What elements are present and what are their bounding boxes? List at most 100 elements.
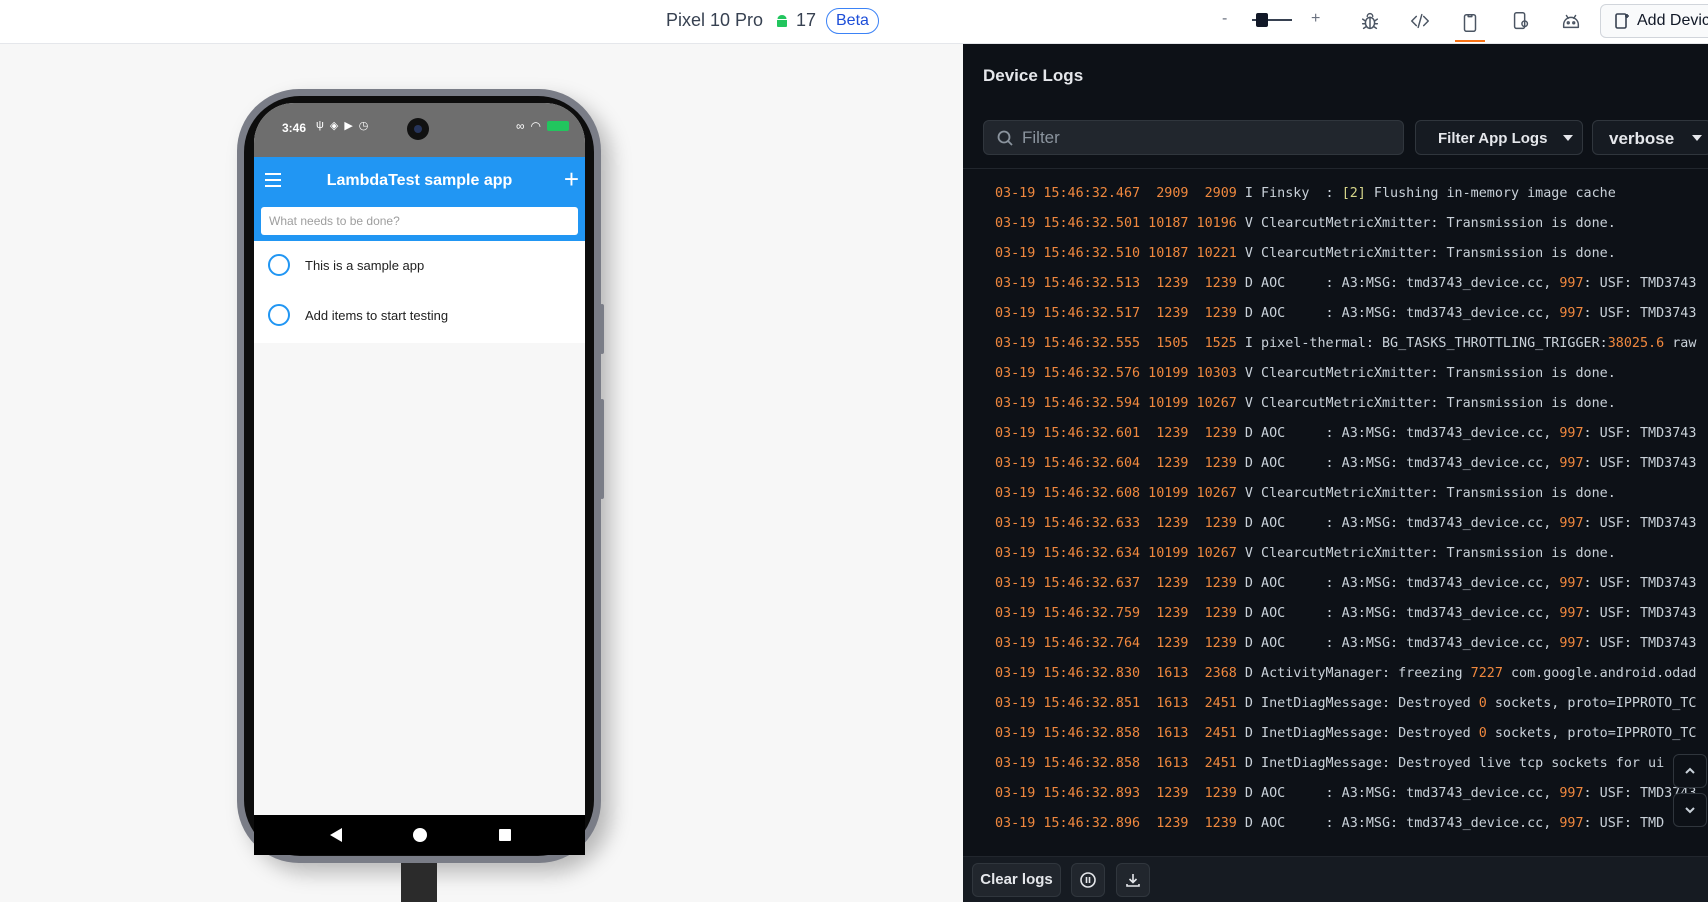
android-robot-icon[interactable]	[1556, 6, 1586, 36]
log-process-ids: 1239 1239	[1140, 606, 1237, 621]
log-highlight: 7227	[1470, 666, 1503, 681]
pause-button[interactable]	[1071, 863, 1105, 897]
log-line: 03-19 15:46:32.633 1239 1239 D AOC : A3:…	[995, 516, 1696, 536]
scroll-down-button[interactable]	[1673, 793, 1707, 827]
link-icon: ∞	[515, 119, 525, 133]
log-process-ids: 1613 2368	[1140, 666, 1237, 681]
log-message: V ClearcutMetricXmitter: Transmission is…	[1236, 366, 1616, 381]
log-process-ids: 1239 1239	[1140, 276, 1237, 291]
item-checkbox[interactable]	[268, 254, 290, 276]
log-timestamp: 03-19 15:46:32.858	[995, 756, 1141, 771]
log-message: D AOC : A3:MSG: tmd3743_device.cc,	[1236, 306, 1560, 321]
log-message: D InetDiagMessage: Destroyed	[1236, 696, 1479, 711]
log-timestamp: 03-19 15:46:32.555	[995, 336, 1141, 351]
download-button[interactable]	[1116, 863, 1150, 897]
log-highlight: [2]	[1341, 186, 1366, 201]
filter-app-logs-dropdown[interactable]: Filter App Logs	[1415, 120, 1583, 155]
battery-icon	[547, 121, 569, 131]
home-icon[interactable]	[413, 828, 427, 842]
log-line: 03-19 15:46:32.555 1505 1525 I pixel-the…	[995, 336, 1696, 356]
recents-icon[interactable]	[499, 829, 511, 841]
log-message: I pixel-thermal: BG_TASKS_THROTTLING_TRI…	[1236, 336, 1608, 351]
log-message-tail: sockets, proto=IPPROTO_TC	[1486, 726, 1697, 741]
log-message: V ClearcutMetricXmitter: Transmission is…	[1236, 246, 1616, 261]
log-message: V ClearcutMetricXmitter: Transmission is…	[1236, 396, 1616, 411]
logs-title: Device Logs	[983, 66, 1084, 85]
log-message: D AOC : A3:MSG: tmd3743_device.cc,	[1236, 276, 1560, 291]
add-device-label: Add Device	[1637, 12, 1708, 29]
device-rotate-icon[interactable]	[1506, 6, 1536, 36]
log-filter-field[interactable]	[983, 120, 1404, 155]
item-label: Add items to start testing	[305, 308, 449, 323]
list-item[interactable]: This is a sample app	[254, 241, 585, 291]
log-highlight: 0	[1478, 696, 1487, 711]
log-message-tail: sockets, proto=IPPROTO_TC	[1486, 696, 1697, 711]
location-icon: ◈	[329, 120, 339, 132]
app-bar: LambdaTest sample app +	[254, 157, 585, 207]
clock-icon: ◷	[358, 120, 369, 132]
log-process-ids: 1239 1239	[1140, 426, 1237, 441]
log-message: D AOC : A3:MSG: tmd3743_device.cc,	[1236, 516, 1560, 531]
log-message: D AOC : A3:MSG: tmd3743_device.cc,	[1236, 456, 1560, 471]
download-icon	[1126, 874, 1140, 887]
code-icon[interactable]	[1405, 6, 1435, 36]
log-process-ids: 10199 10267	[1140, 486, 1237, 501]
notification-icons: ψ ◈ ▶ ◷	[316, 119, 368, 132]
log-line: 03-19 15:46:32.594 10199 10267 V Clearcu…	[995, 396, 1616, 416]
log-line: 03-19 15:46:32.896 1239 1239 D AOC : A3:…	[995, 816, 1664, 836]
log-message-tail: com.google.android.odad	[1502, 666, 1697, 681]
log-timestamp: 03-19 15:46:32.858	[995, 726, 1141, 741]
back-icon[interactable]	[330, 828, 342, 842]
log-process-ids: 1505 1525	[1140, 336, 1237, 351]
log-line: 03-19 15:46:32.576 10199 10303 V Clearcu…	[995, 366, 1616, 386]
clear-logs-button[interactable]: Clear logs	[972, 863, 1061, 897]
bug-icon[interactable]	[1355, 6, 1385, 36]
log-filter-input[interactable]	[1022, 127, 1382, 148]
list-item[interactable]: Add items to start testing	[254, 291, 585, 341]
log-message: D ActivityManager: freezing	[1236, 666, 1471, 681]
log-line: 03-19 15:46:32.601 1239 1239 D AOC : A3:…	[995, 426, 1696, 446]
log-message-tail: raw	[1664, 336, 1697, 351]
log-line: 03-19 15:46:32.517 1239 1239 D AOC : A3:…	[995, 306, 1696, 326]
log-message-tail: : USF: TMD3743	[1583, 306, 1697, 321]
power-button	[600, 304, 604, 354]
usb-icon: ψ	[316, 119, 324, 131]
log-timestamp: 03-19 15:46:32.594	[995, 396, 1141, 411]
log-timestamp: 03-19 15:46:32.633	[995, 516, 1141, 531]
app-title: LambdaTest sample app	[326, 172, 513, 189]
log-line: 03-19 15:46:32.830 1613 2368 D ActivityM…	[995, 666, 1696, 686]
log-timestamp: 03-19 15:46:32.467	[995, 186, 1141, 201]
log-highlight: 997	[1559, 606, 1584, 621]
log-highlight: 997	[1559, 456, 1584, 471]
log-timestamp: 03-19 15:46:32.501	[995, 216, 1141, 231]
item-checkbox[interactable]	[268, 304, 290, 326]
status-bar: 3:46 ψ ◈ ▶ ◷ ∞ ◠	[254, 103, 585, 157]
android-version: 17	[774, 10, 816, 31]
add-icon[interactable]: +	[564, 166, 579, 192]
log-line: 03-19 15:46:32.467 2909 2909 I Finsky : …	[995, 186, 1616, 206]
item-label: This is a sample app	[305, 258, 425, 273]
scroll-up-button[interactable]	[1673, 754, 1707, 788]
log-process-ids: 10187 10196	[1140, 216, 1237, 231]
zoom-out-button[interactable]: -	[1222, 10, 1227, 28]
zoom-slider-handle[interactable]	[1256, 13, 1268, 27]
log-highlight: 0	[1478, 726, 1487, 741]
log-process-ids: 1239 1239	[1140, 786, 1237, 801]
log-timestamp: 03-19 15:46:32.513	[995, 276, 1141, 291]
log-list[interactable]: 03-19 15:46:32.467 2909 2909 I Finsky : …	[963, 172, 1708, 852]
log-highlight: 997	[1559, 576, 1584, 591]
add-device-button[interactable]: Add Device	[1600, 4, 1708, 38]
log-highlight: 997	[1559, 786, 1584, 801]
phone-screen[interactable]: 3:46 ψ ◈ ▶ ◷ ∞ ◠ LambdaTest sample app +…	[254, 103, 585, 815]
log-level-dropdown[interactable]: verbose	[1592, 120, 1708, 155]
log-process-ids: 1613 2451	[1140, 756, 1237, 771]
log-line: 03-19 15:46:32.764 1239 1239 D AOC : A3:…	[995, 636, 1696, 656]
log-message: D AOC : A3:MSG: tmd3743_device.cc,	[1236, 576, 1560, 591]
log-message-tail: : USF: TMD	[1583, 816, 1665, 831]
play-icon: ▶	[344, 120, 353, 132]
device-icon[interactable]	[1455, 6, 1485, 42]
todo-input[interactable]: What needs to be done?	[261, 207, 578, 235]
zoom-in-button[interactable]: +	[1311, 10, 1320, 28]
log-message: V ClearcutMetricXmitter: Transmission is…	[1236, 486, 1616, 501]
log-process-ids: 1239 1239	[1140, 816, 1237, 831]
